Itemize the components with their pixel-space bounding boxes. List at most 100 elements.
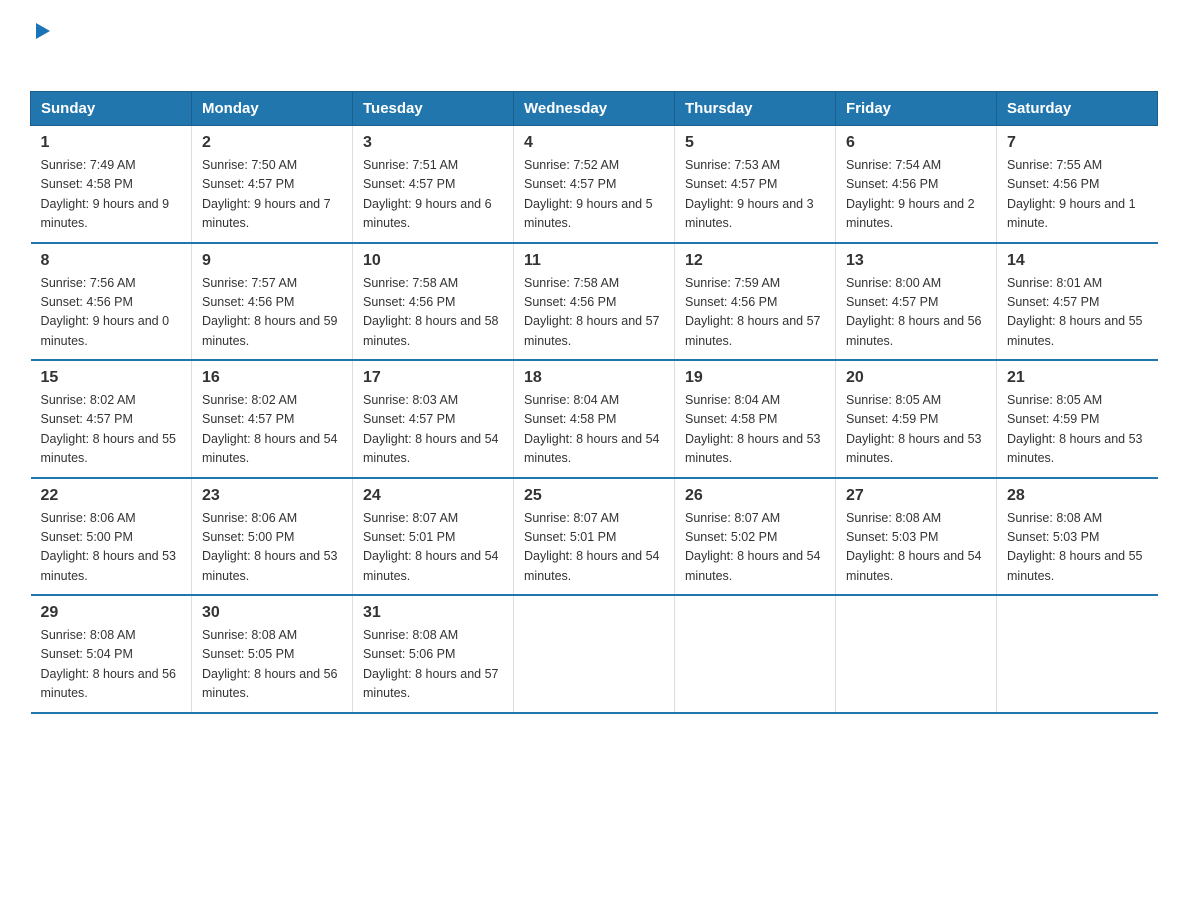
day-number: 10 (363, 252, 503, 270)
day-number: 18 (524, 369, 664, 387)
logo (30, 20, 54, 73)
calendar-cell: 6 Sunrise: 7:54 AMSunset: 4:56 PMDayligh… (836, 126, 997, 243)
calendar-cell (836, 595, 997, 713)
calendar-cell: 30 Sunrise: 8:08 AMSunset: 5:05 PMDaylig… (192, 595, 353, 713)
day-info: Sunrise: 7:53 AMSunset: 4:57 PMDaylight:… (685, 158, 814, 230)
calendar-cell: 4 Sunrise: 7:52 AMSunset: 4:57 PMDayligh… (514, 126, 675, 243)
day-number: 23 (202, 487, 342, 505)
day-info: Sunrise: 7:59 AMSunset: 4:56 PMDaylight:… (685, 276, 821, 348)
calendar-cell (997, 595, 1158, 713)
day-info: Sunrise: 8:08 AMSunset: 5:03 PMDaylight:… (1007, 511, 1143, 583)
calendar-table: SundayMondayTuesdayWednesdayThursdayFrid… (30, 91, 1158, 714)
calendar-cell: 22 Sunrise: 8:06 AMSunset: 5:00 PMDaylig… (31, 478, 192, 596)
calendar-week-row: 29 Sunrise: 8:08 AMSunset: 5:04 PMDaylig… (31, 595, 1158, 713)
day-info: Sunrise: 8:00 AMSunset: 4:57 PMDaylight:… (846, 276, 982, 348)
day-number: 19 (685, 369, 825, 387)
day-number: 31 (363, 604, 503, 622)
calendar-cell: 20 Sunrise: 8:05 AMSunset: 4:59 PMDaylig… (836, 360, 997, 478)
calendar-week-row: 15 Sunrise: 8:02 AMSunset: 4:57 PMDaylig… (31, 360, 1158, 478)
calendar-cell: 9 Sunrise: 7:57 AMSunset: 4:56 PMDayligh… (192, 243, 353, 361)
day-info: Sunrise: 7:50 AMSunset: 4:57 PMDaylight:… (202, 158, 331, 230)
calendar-cell: 23 Sunrise: 8:06 AMSunset: 5:00 PMDaylig… (192, 478, 353, 596)
day-number: 5 (685, 134, 825, 152)
day-info: Sunrise: 8:08 AMSunset: 5:03 PMDaylight:… (846, 511, 982, 583)
calendar-cell: 15 Sunrise: 8:02 AMSunset: 4:57 PMDaylig… (31, 360, 192, 478)
day-info: Sunrise: 8:07 AMSunset: 5:01 PMDaylight:… (524, 511, 660, 583)
day-number: 16 (202, 369, 342, 387)
weekday-header-row: SundayMondayTuesdayWednesdayThursdayFrid… (31, 92, 1158, 126)
day-info: Sunrise: 8:05 AMSunset: 4:59 PMDaylight:… (1007, 393, 1143, 465)
day-number: 25 (524, 487, 664, 505)
calendar-cell: 12 Sunrise: 7:59 AMSunset: 4:56 PMDaylig… (675, 243, 836, 361)
day-number: 4 (524, 134, 664, 152)
day-info: Sunrise: 8:07 AMSunset: 5:01 PMDaylight:… (363, 511, 499, 583)
calendar-week-row: 1 Sunrise: 7:49 AMSunset: 4:58 PMDayligh… (31, 126, 1158, 243)
day-info: Sunrise: 8:08 AMSunset: 5:05 PMDaylight:… (202, 628, 338, 700)
calendar-cell: 14 Sunrise: 8:01 AMSunset: 4:57 PMDaylig… (997, 243, 1158, 361)
day-number: 27 (846, 487, 986, 505)
day-number: 2 (202, 134, 342, 152)
day-info: Sunrise: 7:58 AMSunset: 4:56 PMDaylight:… (363, 276, 499, 348)
calendar-cell: 7 Sunrise: 7:55 AMSunset: 4:56 PMDayligh… (997, 126, 1158, 243)
weekday-header-saturday: Saturday (997, 92, 1158, 126)
day-number: 7 (1007, 134, 1148, 152)
calendar-cell: 21 Sunrise: 8:05 AMSunset: 4:59 PMDaylig… (997, 360, 1158, 478)
calendar-cell: 28 Sunrise: 8:08 AMSunset: 5:03 PMDaylig… (997, 478, 1158, 596)
calendar-week-row: 22 Sunrise: 8:06 AMSunset: 5:00 PMDaylig… (31, 478, 1158, 596)
day-number: 26 (685, 487, 825, 505)
day-number: 6 (846, 134, 986, 152)
day-number: 15 (41, 369, 182, 387)
calendar-cell: 27 Sunrise: 8:08 AMSunset: 5:03 PMDaylig… (836, 478, 997, 596)
day-number: 20 (846, 369, 986, 387)
day-number: 12 (685, 252, 825, 270)
weekday-header-monday: Monday (192, 92, 353, 126)
calendar-cell: 11 Sunrise: 7:58 AMSunset: 4:56 PMDaylig… (514, 243, 675, 361)
day-number: 9 (202, 252, 342, 270)
calendar-cell: 26 Sunrise: 8:07 AMSunset: 5:02 PMDaylig… (675, 478, 836, 596)
day-info: Sunrise: 8:08 AMSunset: 5:06 PMDaylight:… (363, 628, 499, 700)
day-number: 21 (1007, 369, 1148, 387)
calendar-cell (514, 595, 675, 713)
day-info: Sunrise: 7:56 AMSunset: 4:56 PMDaylight:… (41, 276, 170, 348)
weekday-header-thursday: Thursday (675, 92, 836, 126)
calendar-cell: 5 Sunrise: 7:53 AMSunset: 4:57 PMDayligh… (675, 126, 836, 243)
weekday-header-wednesday: Wednesday (514, 92, 675, 126)
day-info: Sunrise: 8:05 AMSunset: 4:59 PMDaylight:… (846, 393, 982, 465)
day-number: 29 (41, 604, 182, 622)
weekday-header-sunday: Sunday (31, 92, 192, 126)
weekday-header-tuesday: Tuesday (353, 92, 514, 126)
calendar-cell (675, 595, 836, 713)
day-info: Sunrise: 7:57 AMSunset: 4:56 PMDaylight:… (202, 276, 338, 348)
weekday-header-friday: Friday (836, 92, 997, 126)
calendar-cell: 25 Sunrise: 8:07 AMSunset: 5:01 PMDaylig… (514, 478, 675, 596)
day-number: 14 (1007, 252, 1148, 270)
calendar-cell: 31 Sunrise: 8:08 AMSunset: 5:06 PMDaylig… (353, 595, 514, 713)
day-info: Sunrise: 7:51 AMSunset: 4:57 PMDaylight:… (363, 158, 492, 230)
calendar-cell: 24 Sunrise: 8:07 AMSunset: 5:01 PMDaylig… (353, 478, 514, 596)
calendar-cell: 8 Sunrise: 7:56 AMSunset: 4:56 PMDayligh… (31, 243, 192, 361)
day-info: Sunrise: 7:55 AMSunset: 4:56 PMDaylight:… (1007, 158, 1136, 230)
day-info: Sunrise: 7:58 AMSunset: 4:56 PMDaylight:… (524, 276, 660, 348)
day-number: 28 (1007, 487, 1148, 505)
calendar-week-row: 8 Sunrise: 7:56 AMSunset: 4:56 PMDayligh… (31, 243, 1158, 361)
day-number: 3 (363, 134, 503, 152)
calendar-cell: 13 Sunrise: 8:00 AMSunset: 4:57 PMDaylig… (836, 243, 997, 361)
day-info: Sunrise: 8:08 AMSunset: 5:04 PMDaylight:… (41, 628, 177, 700)
calendar-cell: 17 Sunrise: 8:03 AMSunset: 4:57 PMDaylig… (353, 360, 514, 478)
day-number: 8 (41, 252, 182, 270)
day-info: Sunrise: 8:02 AMSunset: 4:57 PMDaylight:… (41, 393, 177, 465)
day-number: 30 (202, 604, 342, 622)
calendar-cell: 29 Sunrise: 8:08 AMSunset: 5:04 PMDaylig… (31, 595, 192, 713)
day-number: 13 (846, 252, 986, 270)
calendar-cell: 2 Sunrise: 7:50 AMSunset: 4:57 PMDayligh… (192, 126, 353, 243)
day-number: 22 (41, 487, 182, 505)
day-info: Sunrise: 8:07 AMSunset: 5:02 PMDaylight:… (685, 511, 821, 583)
day-info: Sunrise: 8:01 AMSunset: 4:57 PMDaylight:… (1007, 276, 1143, 348)
calendar-cell: 1 Sunrise: 7:49 AMSunset: 4:58 PMDayligh… (31, 126, 192, 243)
day-info: Sunrise: 8:04 AMSunset: 4:58 PMDaylight:… (685, 393, 821, 465)
calendar-cell: 16 Sunrise: 8:02 AMSunset: 4:57 PMDaylig… (192, 360, 353, 478)
day-number: 11 (524, 252, 664, 270)
day-info: Sunrise: 7:49 AMSunset: 4:58 PMDaylight:… (41, 158, 170, 230)
day-info: Sunrise: 8:06 AMSunset: 5:00 PMDaylight:… (202, 511, 338, 583)
day-number: 1 (41, 134, 182, 152)
